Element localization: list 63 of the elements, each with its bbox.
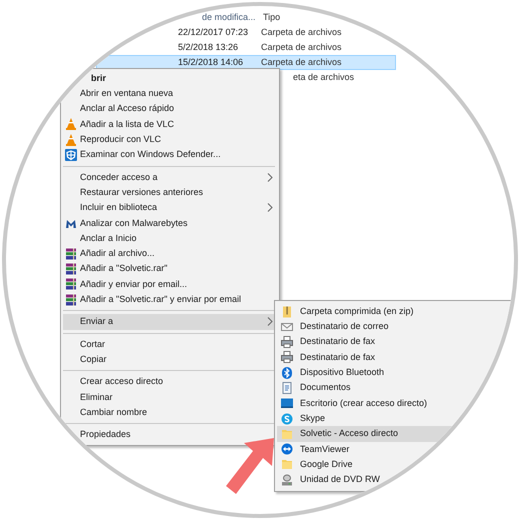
menu-item[interactable]: Skype: [277, 411, 511, 426]
date-cell-text: 22/12/2017 07:23: [178, 26, 250, 39]
menu-item[interactable]: Destinatario de correo: [277, 319, 511, 335]
type-cell-text: Carpeta de archivos: [261, 26, 342, 39]
folder-icon: [281, 458, 293, 470]
menu-item[interactable]: Destinatario de fax: [277, 350, 511, 366]
menu-item[interactable]: Anclar al Acceso rápido: [63, 102, 277, 117]
printer-icon: [281, 351, 293, 364]
menu-item[interactable]: Crear acceso directo: [63, 374, 277, 390]
menu-item[interactable]: Analizar con Malwarebytes: [63, 216, 277, 231]
envelope-icon: [281, 320, 293, 333]
menu-item[interactable]: Dispositivo Bluetooth: [277, 365, 511, 380]
menu-item[interactable]: Reproducir con VLC: [63, 132, 277, 148]
menu-item[interactable]: brir: [63, 71, 277, 86]
menu-item[interactable]: Copiar: [63, 352, 277, 368]
menu-item[interactable]: Cortar: [63, 336, 277, 352]
menu-item[interactable]: Examinar con Windows Defender...: [63, 147, 277, 163]
menu-item[interactable]: Añadir a "Solvetic.rar": [63, 262, 277, 277]
books-icon: [65, 248, 77, 260]
menu-item[interactable]: Añadir al archivo...: [63, 246, 277, 262]
round-logo-icon: [281, 412, 293, 425]
books-icon: [65, 278, 77, 290]
menu-item[interactable]: TeamViewer: [277, 442, 511, 457]
menu-item[interactable]: Destinatario de fax: [277, 334, 511, 350]
monitor-icon: [281, 397, 293, 410]
zipped-folder-icon: [281, 306, 293, 318]
menu-item[interactable]: Incluir en biblioteca: [63, 200, 277, 216]
document-icon: [281, 382, 293, 394]
menu-item[interactable]: Escritorio (crear acceso directo): [277, 396, 511, 412]
bluetooth-icon: [281, 366, 293, 379]
menu-item[interactable]: Añadir y enviar por email...: [63, 276, 277, 292]
menu-item[interactable]: Propiedades: [63, 427, 277, 443]
date-cell-text: 15/2/2018 14:06: [178, 56, 244, 69]
column-header[interactable]: Tipo: [263, 10, 280, 24]
books-icon: [65, 263, 77, 276]
menu-item[interactable]: Google Drive: [277, 456, 511, 472]
menu-item[interactable]: Abrir en ventana nueva: [63, 86, 277, 102]
scanner-logo-icon: [65, 217, 77, 230]
disc-drive-icon: [281, 474, 293, 486]
selected-row[interactable]: 15/2/2018 14:06 Carpeta de archivos: [96, 55, 396, 70]
menu-item[interactable]: Anclar a Inicio: [63, 230, 277, 246]
cone-icon: [65, 134, 77, 146]
printer-icon: [281, 336, 293, 348]
pointer-arrow: [226, 438, 274, 494]
menu-item[interactable]: Unidad de DVD RW: [277, 472, 511, 488]
type-cell-text: Carpeta de archivos: [261, 40, 342, 54]
folder-icon: [281, 428, 293, 440]
menu-item[interactable]: Conceder acceso a: [63, 170, 277, 186]
menu-item[interactable]: Restaurar versiones anteriores: [63, 185, 277, 200]
type-cell-text: eta de archivos: [293, 70, 354, 84]
books-icon: [65, 294, 77, 306]
shield-icon: [65, 148, 77, 161]
menu-item[interactable]: Añadir a la lista de VLC: [63, 116, 277, 132]
cone-icon: [65, 118, 77, 130]
menu-item[interactable]: Enviar a: [63, 314, 277, 330]
menu-item[interactable]: Cambiar nombre: [63, 404, 277, 420]
menu-item[interactable]: Eliminar: [63, 390, 277, 405]
date-cell-text: 5/2/2018 13:26: [178, 40, 240, 54]
column-header[interactable]: de modifica...: [202, 10, 263, 24]
menu-item[interactable]: Documentos: [277, 380, 511, 396]
menu-item[interactable]: Añadir a "Solvetic.rar" y enviar por email: [63, 292, 277, 308]
menu-item[interactable]: Carpeta comprimida (en zip): [277, 304, 511, 320]
type-cell-text: Carpeta de archivos: [261, 56, 342, 69]
